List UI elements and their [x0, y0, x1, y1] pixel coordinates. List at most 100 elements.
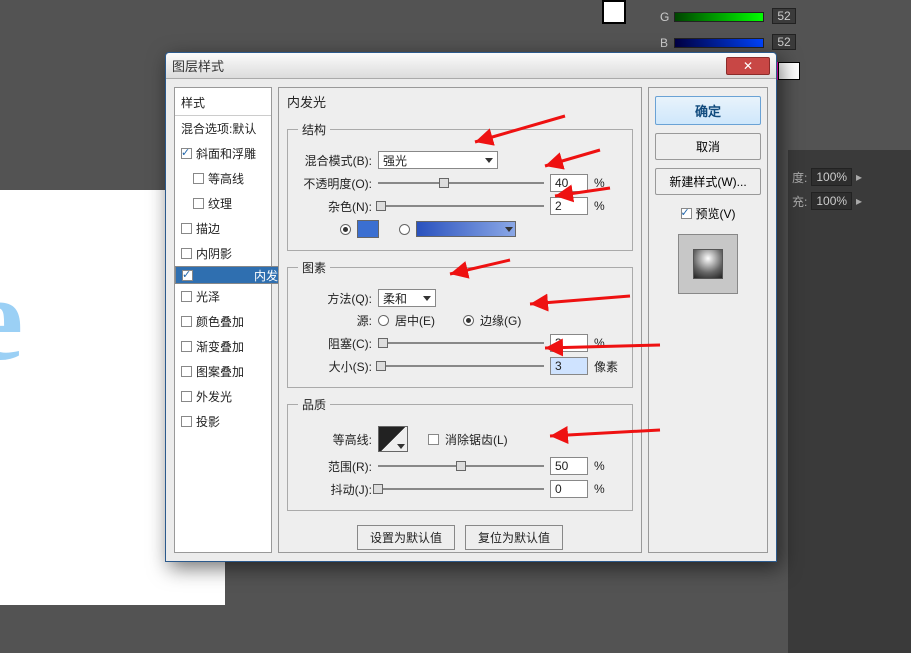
legend-elements: 图素	[298, 259, 330, 276]
noise-label: 杂色(N):	[298, 198, 372, 215]
checkbox-icon[interactable]	[181, 291, 192, 302]
checkbox-icon[interactable]	[181, 316, 192, 327]
checkbox-icon[interactable]	[193, 198, 204, 209]
new-style-button[interactable]: 新建样式(W)...	[655, 168, 761, 195]
titlebar[interactable]: 图层样式 ✕	[166, 53, 776, 79]
cancel-button[interactable]: 取消	[655, 133, 761, 160]
unit-pct: %	[594, 199, 622, 213]
blend-mode-select[interactable]: 强光	[378, 151, 498, 169]
g-label: G	[660, 10, 669, 24]
technique-select[interactable]: 柔和	[378, 289, 436, 307]
checkbox-icon[interactable]	[181, 248, 192, 259]
panel-title: 内发光	[287, 92, 633, 111]
unit-pct: %	[594, 336, 622, 350]
source-center-label: 居中(E)	[395, 312, 435, 329]
sidebar-item-texture[interactable]: 纹理	[175, 191, 271, 216]
sidebar-item-bevel[interactable]: 斜面和浮雕	[175, 141, 271, 166]
sidebar-item-satin[interactable]: 光泽	[175, 284, 271, 309]
g-bar	[674, 12, 764, 22]
choke-value[interactable]: 3	[550, 334, 588, 352]
checkbox-icon[interactable]	[181, 391, 192, 402]
gradient-swatch[interactable]	[416, 221, 516, 237]
contour-picker[interactable]	[378, 426, 408, 452]
group-quality: 品质 等高线: 消除锯齿(L) 范围(R): 50 % 抖动(J):	[287, 396, 633, 511]
sidebar-item-inner-shadow[interactable]: 内阴影	[175, 241, 271, 266]
source-edge-label: 边缘(G)	[480, 312, 521, 329]
checkbox-icon[interactable]	[181, 341, 192, 352]
noise-value[interactable]: 2	[550, 197, 588, 215]
unit-pct: %	[594, 176, 622, 190]
layer-style-dialog: 图层样式 ✕ 样式 混合选项:默认 斜面和浮雕 等高线 纹理 描边 内阴影 内发…	[165, 52, 777, 562]
preview-swatch	[693, 249, 723, 279]
choke-label: 阻塞(C):	[298, 335, 372, 352]
chevron-down-icon	[423, 296, 431, 301]
size-value[interactable]: 3	[550, 357, 588, 375]
radio-edge[interactable]	[463, 315, 474, 326]
group-elements: 图素 方法(Q): 柔和 源: 居中(E) 边缘(G) 阻塞(C): 3 %	[287, 259, 633, 388]
checkbox-icon[interactable]	[181, 223, 192, 234]
range-label: 范围(R):	[298, 458, 372, 475]
checkbox-icon[interactable]	[193, 173, 204, 184]
legend-structure: 结构	[298, 121, 330, 138]
group-structure: 结构 混合模式(B): 强光 不透明度(O): 40 % 杂色(N): 2 %	[287, 121, 633, 251]
radio-gradient[interactable]	[399, 224, 410, 235]
sidebar-item-stroke[interactable]: 描边	[175, 216, 271, 241]
sidebar-item-drop-shadow[interactable]: 投影	[175, 409, 271, 434]
opacity-drop[interactable]: 100%	[811, 168, 852, 186]
checkbox-icon[interactable]	[181, 148, 192, 159]
antialias-checkbox[interactable]	[428, 434, 439, 445]
jitter-value[interactable]: 0	[550, 480, 588, 498]
sidebar-item-inner-glow[interactable]: 内发光	[175, 266, 295, 284]
reset-default-button[interactable]: 复位为默认值	[465, 525, 563, 550]
bg-color-panel: G 52 B 52	[582, 0, 911, 60]
sidebar-blend-default[interactable]: 混合选项:默认	[175, 116, 271, 141]
chevron-down-icon[interactable]: ▸	[856, 170, 862, 184]
sidebar-item-outer-glow[interactable]: 外发光	[175, 384, 271, 409]
fill-lbl: 充:	[792, 193, 807, 210]
opacity-lbl: 度:	[792, 169, 807, 186]
sidebar-item-color-overlay[interactable]: 颜色叠加	[175, 309, 271, 334]
opacity-label: 不透明度(O):	[298, 175, 372, 192]
size-slider[interactable]	[378, 360, 544, 372]
sidebar-header[interactable]: 样式	[175, 90, 271, 116]
contour-label: 等高线:	[298, 431, 372, 448]
sidebar-item-gradient-overlay[interactable]: 渐变叠加	[175, 334, 271, 359]
fill-drop[interactable]: 100%	[811, 192, 852, 210]
bg-swatch	[602, 0, 626, 24]
close-icon: ✕	[743, 59, 753, 73]
blend-mode-label: 混合模式(B):	[298, 152, 372, 169]
checkbox-icon[interactable]	[181, 366, 192, 377]
make-default-button[interactable]: 设置为默认值	[357, 525, 455, 550]
ok-button[interactable]: 确定	[655, 96, 761, 125]
legend-quality: 品质	[298, 396, 330, 413]
opacity-value[interactable]: 40	[550, 174, 588, 192]
jitter-label: 抖动(J):	[298, 481, 372, 498]
checkbox-icon[interactable]	[181, 416, 192, 427]
color-swatch[interactable]	[357, 220, 379, 238]
swatch-white	[778, 62, 800, 80]
preview-checkbox[interactable]: ✓	[681, 208, 692, 219]
jitter-slider[interactable]	[378, 483, 544, 495]
b-bar	[674, 38, 764, 48]
b-val: 52	[772, 34, 796, 50]
technique-label: 方法(Q):	[298, 290, 372, 307]
radio-center[interactable]	[378, 315, 389, 326]
range-slider[interactable]	[378, 460, 544, 472]
opacity-slider[interactable]	[378, 177, 544, 189]
sidebar-item-pattern-overlay[interactable]: 图案叠加	[175, 359, 271, 384]
noise-slider[interactable]	[378, 200, 544, 212]
choke-slider[interactable]	[378, 337, 544, 349]
dialog-buttons: 确定 取消 新建样式(W)... ✓预览(V)	[648, 87, 768, 553]
range-value[interactable]: 50	[550, 457, 588, 475]
styles-sidebar: 样式 混合选项:默认 斜面和浮雕 等高线 纹理 描边 内阴影 内发光 光泽 颜色…	[174, 87, 272, 553]
unit-px: 像素	[594, 358, 622, 375]
unit-pct: %	[594, 482, 622, 496]
checkbox-icon[interactable]	[182, 270, 193, 281]
chevron-down-icon[interactable]: ▸	[856, 194, 862, 208]
close-button[interactable]: ✕	[726, 57, 770, 75]
sidebar-item-contour[interactable]: 等高线	[175, 166, 271, 191]
radio-solid-color[interactable]	[340, 224, 351, 235]
right-panel: 度:100% ▸ 充:100% ▸	[788, 150, 911, 653]
source-label: 源:	[298, 312, 372, 329]
unit-pct: %	[594, 459, 622, 473]
